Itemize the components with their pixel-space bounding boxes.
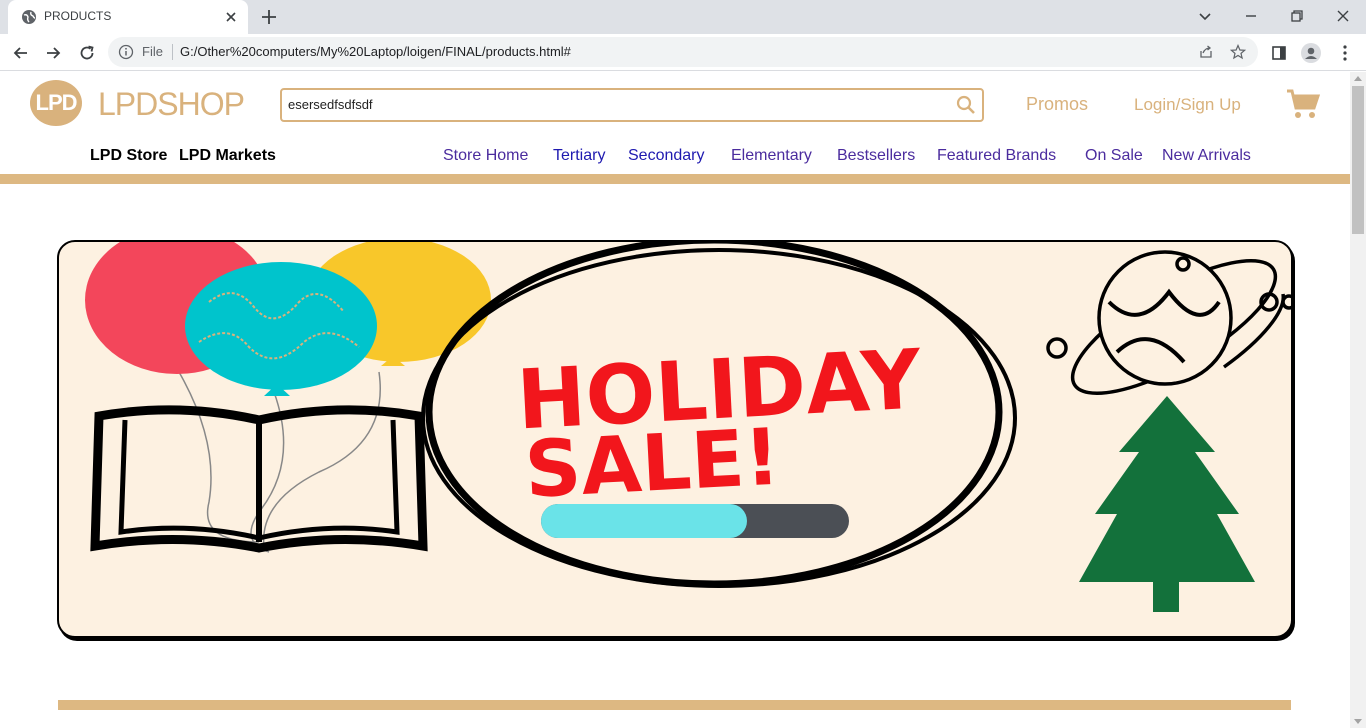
scroll-up-arrow[interactable] xyxy=(1354,76,1362,81)
info-icon[interactable] xyxy=(118,44,134,60)
browser-tab[interactable]: PRODUCTS xyxy=(8,0,248,34)
divider xyxy=(172,44,173,60)
nav-lpd-markets[interactable]: LPD Markets xyxy=(179,147,276,165)
christmas-tree-icon xyxy=(1079,396,1255,612)
nav-on-sale[interactable]: On Sale xyxy=(1085,147,1143,165)
search-icon[interactable] xyxy=(956,95,976,115)
banner-illustration: HOLIDAY SALE! xyxy=(85,242,1291,612)
search-input[interactable]: esersedfsdfsdf xyxy=(288,97,373,112)
nav-store-home[interactable]: Store Home xyxy=(443,147,528,165)
nav-bestsellers[interactable]: Bestsellers xyxy=(837,147,915,165)
section-divider-bar xyxy=(58,700,1291,710)
scroll-thumb[interactable] xyxy=(1352,86,1364,234)
tab-search-icon[interactable] xyxy=(1194,5,1216,27)
nav-featured-brands[interactable]: Featured Brands xyxy=(937,147,1056,165)
browser-tab-bar: PRODUCTS xyxy=(0,0,1366,34)
search-box[interactable]: esersedfsdfsdf xyxy=(280,88,984,122)
open-book-icon xyxy=(90,405,428,553)
logo-text[interactable]: LPDSHOP xyxy=(98,86,245,123)
sale-text: SALE! xyxy=(523,413,782,516)
close-window-icon[interactable] xyxy=(1332,5,1354,27)
minimize-icon[interactable] xyxy=(1240,5,1262,27)
header-divider-bar xyxy=(0,174,1350,184)
nav-new-arrivals[interactable]: New Arrivals xyxy=(1162,147,1251,165)
nav-lpd-store[interactable]: LPD Store xyxy=(90,147,167,165)
globe-icon xyxy=(22,10,36,24)
nav-elementary[interactable]: Elementary xyxy=(731,147,812,165)
new-tab-icon[interactable] xyxy=(258,6,280,28)
restore-icon[interactable] xyxy=(1286,5,1308,27)
share-icon[interactable] xyxy=(1198,44,1214,60)
reload-icon[interactable] xyxy=(76,42,98,64)
login-signup-link[interactable]: Login/Sign Up xyxy=(1134,95,1241,115)
planet-icon xyxy=(1046,250,1291,396)
browser-toolbar: File G:/Other%20computers/My%20Laptop/lo… xyxy=(0,34,1366,71)
bookmark-star-icon[interactable] xyxy=(1230,44,1246,60)
back-icon[interactable] xyxy=(10,42,32,64)
page-scrollbar[interactable] xyxy=(1350,72,1366,728)
side-panel-icon[interactable] xyxy=(1268,42,1290,64)
web-page: LPD LPDSHOP esersedfsdfsdf Promos Login/… xyxy=(0,72,1350,728)
tab-title: PRODUCTS xyxy=(44,9,112,23)
menu-kebab-icon[interactable] xyxy=(1334,42,1356,64)
logo-mark[interactable]: LPD xyxy=(30,80,82,126)
scroll-down-arrow[interactable] xyxy=(1354,719,1362,724)
close-tab-icon[interactable] xyxy=(222,8,240,26)
promos-link[interactable]: Promos xyxy=(1026,94,1088,115)
nav-tertiary[interactable]: Tertiary xyxy=(553,147,605,165)
forward-icon[interactable] xyxy=(42,42,64,64)
shopping-cart-icon[interactable] xyxy=(1286,88,1320,120)
holiday-sale-banner[interactable]: HOLIDAY SALE! xyxy=(57,240,1293,638)
address-bar[interactable]: File G:/Other%20computers/My%20Laptop/lo… xyxy=(108,37,1258,67)
sale-progress-bar xyxy=(541,504,849,538)
teal-balloon-icon xyxy=(185,262,377,396)
url-text[interactable]: G:/Other%20computers/My%20Laptop/loigen/… xyxy=(180,44,571,59)
file-label: File xyxy=(142,44,163,59)
profile-avatar-icon[interactable] xyxy=(1300,42,1322,64)
nav-secondary[interactable]: Secondary xyxy=(628,147,705,165)
